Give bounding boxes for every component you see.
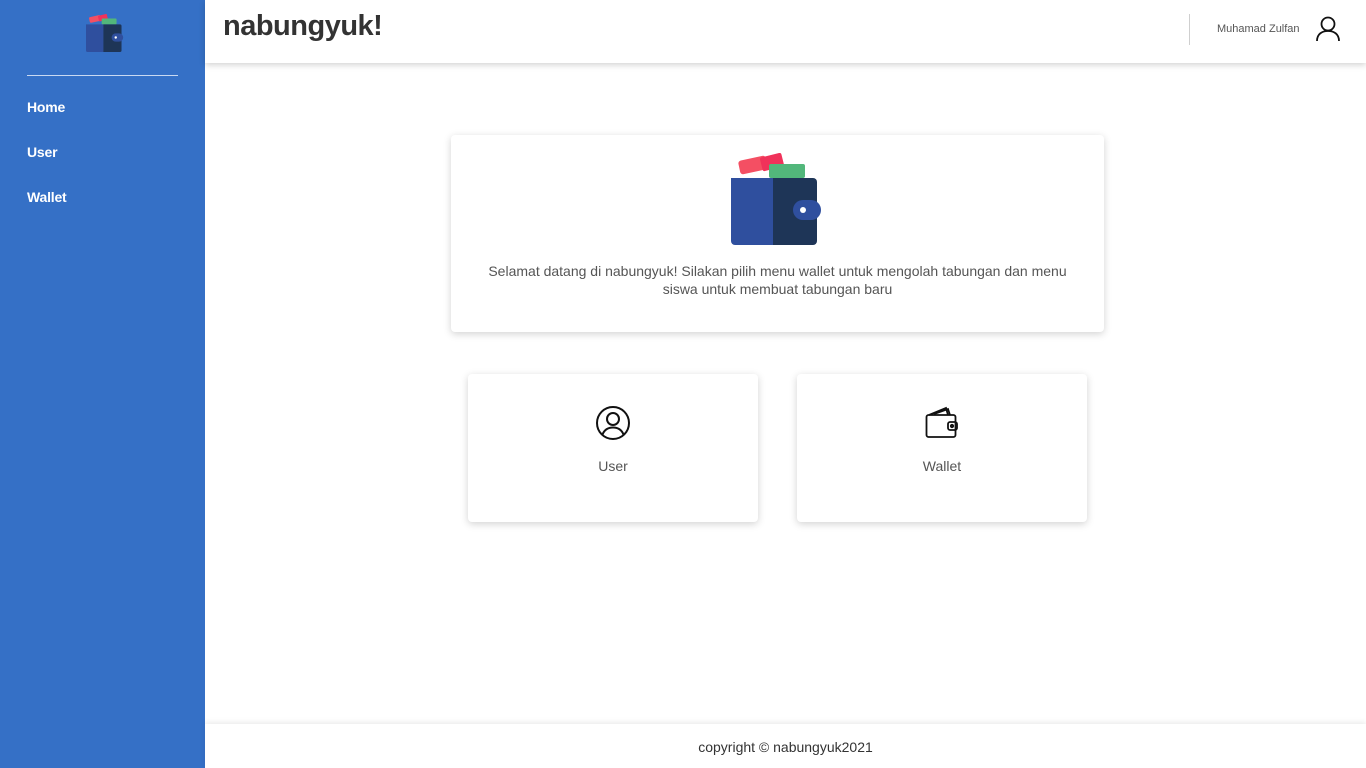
wallet-icon	[925, 406, 958, 438]
sidebar-divider	[27, 75, 178, 76]
welcome-message: Selamat datang di nabungyuk! Silakan pil…	[488, 263, 1067, 297]
brand-title[interactable]: nabungyuk!	[223, 10, 383, 43]
welcome-card: Selamat datang di nabungyuk! Silakan pil…	[451, 135, 1104, 332]
sidebar-item-wallet[interactable]: Wallet	[27, 188, 67, 233]
header-divider	[1189, 14, 1190, 45]
sidebar: Home User Wallet	[0, 0, 205, 768]
wallet-logo-icon[interactable]	[86, 13, 124, 53]
sidebar-nav: Home User Wallet	[27, 98, 67, 233]
wallet-menu-card[interactable]: Wallet	[797, 374, 1087, 522]
user-menu-card[interactable]: User	[468, 374, 758, 522]
footer: copyright © nabungyuk2021	[205, 724, 1366, 768]
main-content: Selamat datang di nabungyuk! Silakan pil…	[205, 63, 1366, 724]
top-header: nabungyuk! Muhamad Zulfan	[205, 0, 1366, 63]
wallet-logo-icon	[731, 153, 821, 245]
wallet-card-label: Wallet	[922, 458, 962, 474]
user-circle-icon	[596, 406, 630, 440]
user-icon[interactable]	[1316, 16, 1340, 42]
sidebar-item-home[interactable]: Home	[27, 98, 67, 143]
copyright-text: copyright © nabungyuk2021	[698, 739, 873, 755]
user-name[interactable]: Muhamad Zulfan	[1217, 23, 1300, 35]
user-card-label: User	[598, 458, 628, 474]
sidebar-item-user[interactable]: User	[27, 143, 67, 188]
